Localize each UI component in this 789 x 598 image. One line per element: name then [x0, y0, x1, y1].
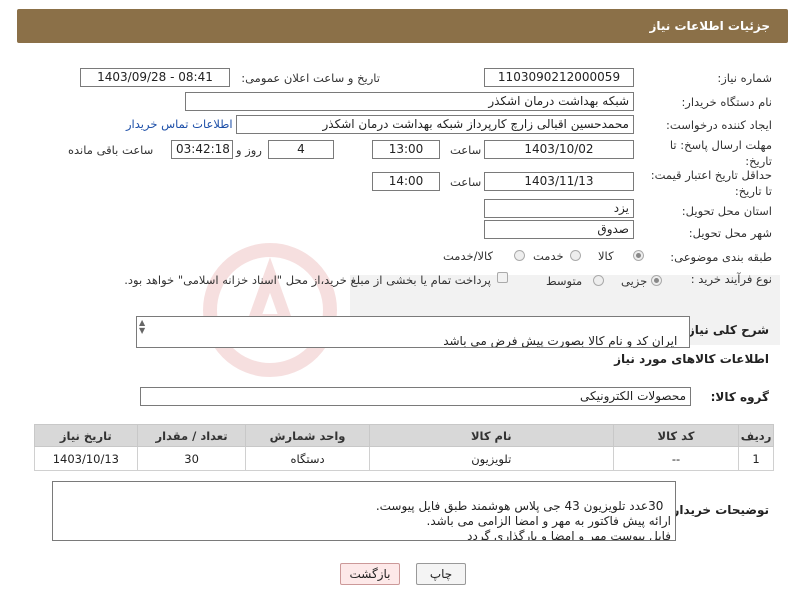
cell-unit: دستگاه — [245, 446, 370, 471]
goods-info-title: اطلاعات کالاهای مورد نیاز — [614, 352, 769, 366]
need-number-field: 1103090212000059 — [484, 68, 634, 87]
remaining-time-field: 03:42:18 — [171, 140, 233, 159]
buyer-notes-text: 30عدد تلویزیون 43 جی پلاس هوشمند طبق فای… — [375, 499, 671, 541]
price-validity-label: حداقل تاریخ اعتبار قیمت: تا تاریخ: — [650, 168, 772, 198]
category-option-goods-service: کالا/خدمت — [443, 249, 494, 263]
goods-table: ردیف کد کالا نام کالا واحد شمارش تعداد /… — [34, 424, 774, 471]
treasury-payment-note: پرداخت تمام یا بخشی از مبلغ خرید،از محل … — [124, 273, 491, 287]
category-option-goods: کالا — [598, 249, 614, 263]
col-header-goods-name: نام کالا — [368, 424, 614, 447]
col-header-unit: واحد شمارش — [245, 424, 370, 447]
process-option-minor: جزیی — [621, 274, 648, 288]
cell-quantity: 30 — [136, 446, 247, 471]
print-button[interactable]: چاپ — [416, 563, 466, 585]
process-type-label: نوع فرآیند خرید : — [690, 272, 772, 286]
goods-group-field: محصولات الکترونیکی — [140, 387, 691, 406]
buyer-contact-link[interactable]: اطلاعات تماس خریدار — [126, 117, 233, 131]
summary-text: ایران کد و نام کالا بصورت پیش فرض می باش… — [443, 334, 678, 348]
col-header-goods-code: کد کالا — [612, 424, 740, 447]
col-header-row-number: ردیف — [738, 424, 774, 447]
price-validity-time: 14:00 — [372, 172, 440, 191]
col-header-need-date: تاریخ نیاز — [34, 424, 138, 447]
need-number-label: شماره نیاز: — [717, 71, 772, 85]
process-option-medium: متوسط — [546, 274, 583, 288]
category-radio-service[interactable] — [570, 250, 581, 261]
category-radio-goods[interactable] — [633, 250, 644, 261]
days-label: روز و — [236, 143, 262, 157]
back-button[interactable]: بازگشت — [340, 563, 400, 585]
reply-deadline-date: 1403/10/02 — [484, 140, 634, 159]
reply-time-label: ساعت — [450, 143, 482, 157]
goods-table-header-row: ردیف کد کالا نام کالا واحد شمارش تعداد /… — [34, 424, 774, 447]
page-header: جزئیات اطلاعات نیاز — [17, 9, 788, 43]
buyer-notes-label: توضیحات خریدار: — [667, 503, 769, 517]
category-label: طبقه بندی موضوعی: — [670, 250, 772, 264]
requester-field: محمدحسین اقبالی زارچ کارپرداز شبکه بهداش… — [236, 115, 634, 134]
page-title: جزئیات اطلاعات نیاز — [649, 19, 770, 33]
col-header-quantity: تعداد / مقدار — [136, 424, 247, 447]
price-validity-date: 1403/11/13 — [484, 172, 634, 191]
buyer-org-field: شبکه بهداشت درمان اشکذر — [185, 92, 634, 111]
price-time-label: ساعت — [450, 175, 482, 189]
province-field: یزد — [484, 199, 634, 218]
process-radio-medium[interactable] — [593, 275, 604, 286]
summary-label: شرح کلی نیاز: — [683, 323, 769, 337]
scroll-arrows-icon[interactable]: ▲ ▼ — [139, 319, 145, 335]
reply-deadline-time: 13:00 — [372, 140, 440, 159]
city-field: صدوق — [484, 220, 634, 239]
announce-datetime-field: 1403/09/28 - 08:41 — [80, 68, 230, 87]
reply-days-field: 4 — [268, 140, 334, 159]
buyer-org-label: نام دستگاه خریدار: — [681, 95, 772, 109]
goods-group-label: گروه کالا: — [710, 390, 769, 404]
summary-textarea[interactable]: ایران کد و نام کالا بصورت پیش فرض می باش… — [136, 316, 690, 348]
remaining-label: ساعت باقی مانده — [68, 143, 154, 157]
announce-datetime-label: تاریخ و ساعت اعلان عمومی: — [241, 71, 380, 85]
reply-deadline-label: مهلت ارسال پاسخ: تا تاریخ: — [669, 138, 772, 168]
city-label: شهر محل تحویل: — [688, 226, 772, 240]
cell-row-number: 1 — [738, 446, 774, 471]
cell-goods-name: تلویزیون — [368, 446, 614, 471]
province-label: استان محل تحویل: — [681, 204, 772, 218]
category-radio-goods-service[interactable] — [514, 250, 525, 261]
cell-goods-code: -- — [612, 446, 740, 471]
buyer-notes-textarea[interactable]: 30عدد تلویزیون 43 جی پلاس هوشمند طبق فای… — [52, 481, 676, 541]
requester-label: ایجاد کننده درخواست: — [666, 118, 772, 132]
category-option-service: خدمت — [533, 249, 564, 263]
table-row: 1 -- تلویزیون دستگاه 30 1403/10/13 — [34, 446, 774, 471]
cell-need-date: 1403/10/13 — [34, 446, 138, 471]
treasury-payment-checkbox[interactable] — [497, 272, 508, 283]
process-radio-minor[interactable] — [651, 275, 662, 286]
